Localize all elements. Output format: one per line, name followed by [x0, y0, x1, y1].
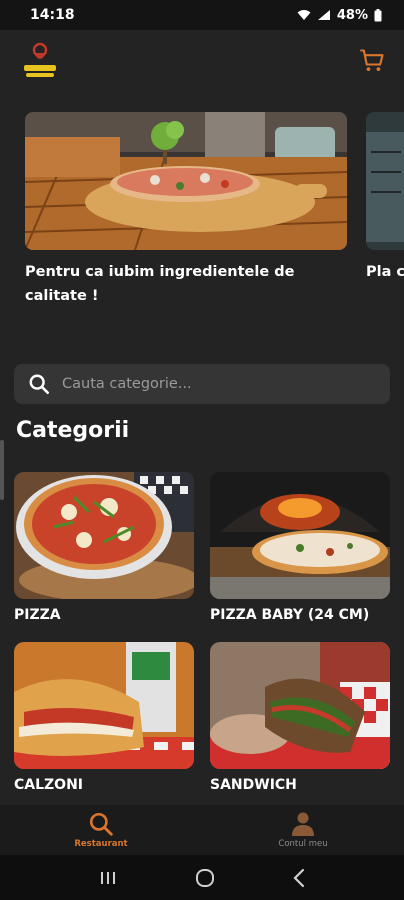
category-card-sandwich[interactable]: SANDWICH [210, 642, 390, 793]
user-icon [292, 812, 314, 836]
promo-caption: Pentru ca iubim ingredientele de calitat… [25, 264, 295, 304]
system-navigation-bar [0, 855, 404, 900]
recent-apps-icon[interactable] [98, 870, 118, 886]
category-label: PIZZA [14, 607, 61, 623]
battery-icon [374, 8, 382, 21]
category-image [14, 642, 194, 769]
nav-restaurant[interactable]: Restaurant [0, 805, 202, 855]
category-label: SANDWICH [210, 777, 297, 793]
status-bar: 14:18 48% [0, 0, 404, 30]
category-label: PIZZA BABY (24 CM) [210, 607, 370, 623]
category-card-calzoni[interactable]: CALZONI [14, 642, 194, 793]
search-icon [89, 812, 113, 836]
search-icon [29, 374, 49, 394]
app-header [0, 30, 404, 92]
category-card-pizza-baby[interactable]: PIZZA BABY (24 CM) [210, 472, 390, 623]
home-icon[interactable] [194, 867, 216, 889]
search-input[interactable] [62, 376, 362, 392]
categories-heading: Categorii [16, 418, 130, 443]
category-image [210, 642, 390, 769]
promo-image [25, 112, 347, 250]
nav-label: Restaurant [74, 839, 128, 849]
category-card-pizza[interactable]: PIZZA [14, 472, 194, 623]
category-search[interactable] [14, 364, 390, 404]
cart-button[interactable] [358, 47, 386, 75]
wifi-icon [297, 10, 311, 20]
promo-card[interactable]: Pla car [366, 112, 404, 284]
app-screen: 14:18 48% Pentru ca iubim ingredientele … [0, 0, 404, 900]
promo-caption: Pla car [366, 264, 404, 280]
scroll-indicator [0, 440, 4, 500]
signal-icon [317, 10, 330, 20]
nav-account[interactable]: Contul meu [202, 805, 404, 855]
bottom-navigation: Restaurant Contul meu [0, 805, 404, 855]
category-label: CALZONI [14, 777, 84, 793]
nav-label: Contul meu [278, 839, 328, 849]
category-image [210, 472, 390, 599]
category-image [14, 472, 194, 599]
promo-image [366, 112, 404, 250]
promo-carousel[interactable]: Pentru ca iubim ingredientele de calitat… [0, 112, 404, 312]
status-time: 14:18 [30, 7, 75, 23]
promo-card[interactable]: Pentru ca iubim ingredientele de calitat… [25, 112, 347, 308]
cart-icon [360, 49, 384, 72]
back-icon[interactable] [292, 868, 306, 888]
battery-percent: 48% [336, 7, 368, 23]
status-icons: 48% [297, 8, 382, 23]
brand-logo[interactable] [20, 38, 60, 84]
logo-icon [24, 42, 56, 77]
